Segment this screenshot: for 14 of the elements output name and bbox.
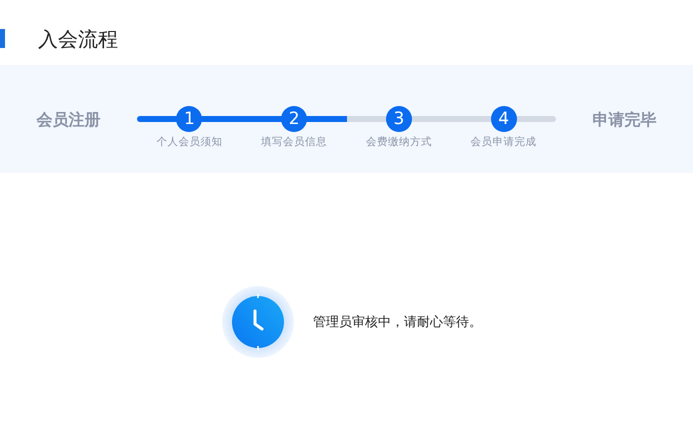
step-number: 1: [176, 106, 202, 132]
step-label: 个人会员须知: [156, 135, 222, 149]
step-number: 3: [386, 106, 412, 132]
title-accent-bar: [0, 29, 5, 48]
step-label: 会员申请完成: [470, 135, 537, 149]
clock-icon: [222, 286, 294, 358]
status-message: 管理员审核中，请耐心等待。: [313, 314, 482, 331]
step-label: 会费缴纳方式: [366, 135, 432, 149]
page-title: 入会流程: [38, 26, 118, 53]
start-label: 会员注册: [35, 110, 102, 131]
end-label: 申请完毕: [592, 110, 658, 131]
step-number: 2: [281, 106, 308, 132]
step-number: 4: [490, 106, 517, 132]
step-label: 填写会员信息: [261, 135, 328, 149]
